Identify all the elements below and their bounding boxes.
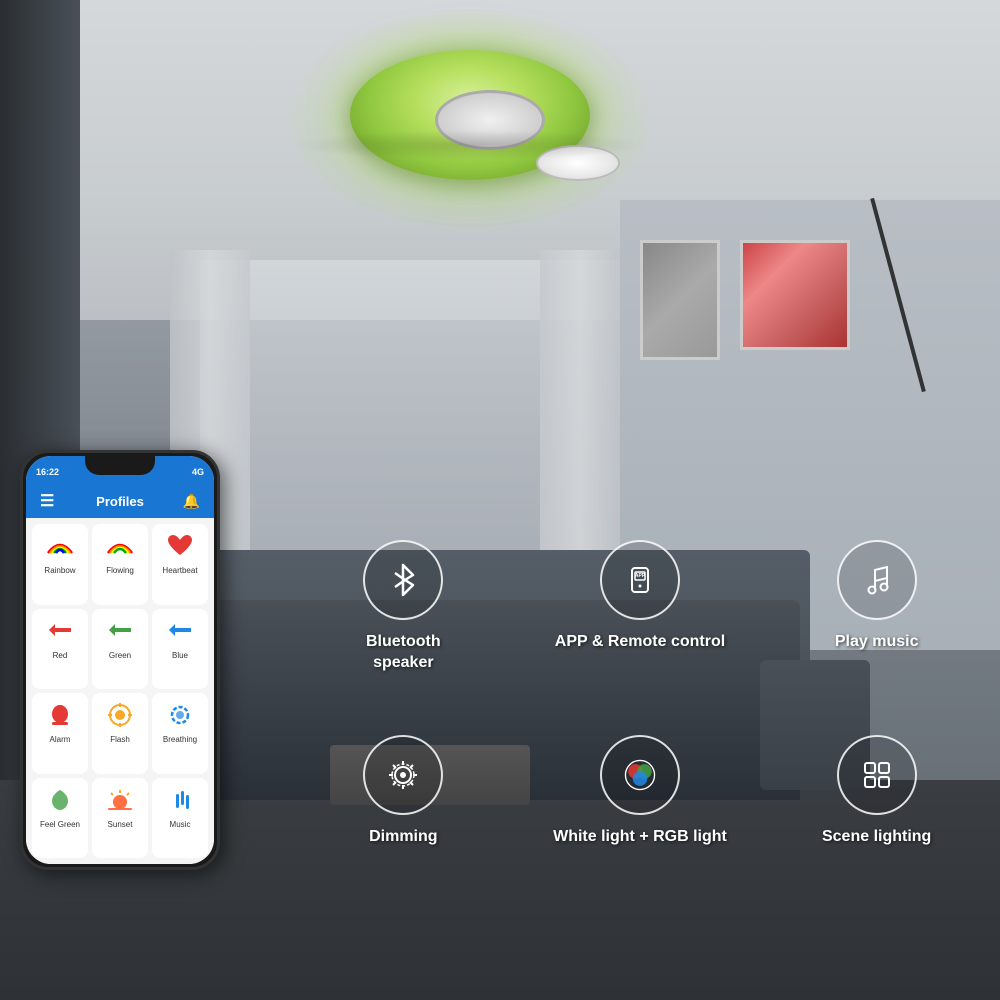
feature-play-music: Play music xyxy=(763,540,990,725)
profile-rainbow-label: Rainbow xyxy=(44,566,75,575)
music-note-icon xyxy=(857,560,897,600)
dimming-icon-circle xyxy=(363,735,443,815)
feature-dimming-label: Dimming xyxy=(369,827,437,848)
profile-red[interactable]: Red xyxy=(32,609,88,690)
feature-bluetooth: Bluetoothspeaker xyxy=(290,540,517,725)
profile-alarm-label: Alarm xyxy=(50,735,71,744)
profile-heartbeat-label: Heartbeat xyxy=(162,566,197,575)
profile-flowing-label: Flowing xyxy=(106,566,134,575)
dimming-icon xyxy=(383,755,423,795)
profile-blue-label: Blue xyxy=(172,651,188,660)
phone-screen: 16:22 4G ☰ Profiles 🔔 Rainbow xyxy=(26,456,214,864)
profile-green[interactable]: Green xyxy=(92,609,148,690)
profile-alarm[interactable]: Alarm xyxy=(32,693,88,774)
ceiling-lamp xyxy=(330,40,610,200)
svg-text:APP: APP xyxy=(635,573,646,579)
profile-sunset-label: Sunset xyxy=(108,820,133,829)
rgb-color-icon xyxy=(620,755,660,795)
lamp-body xyxy=(350,50,590,180)
feature-app-remote-label: APP & Remote control xyxy=(555,632,725,653)
scene-icon xyxy=(857,755,897,795)
profile-breathing[interactable]: Breathing xyxy=(152,693,208,774)
profile-feel-green-label: Feel Green xyxy=(40,820,80,829)
feature-app-remote: APP APP & Remote control xyxy=(527,540,754,725)
feature-scene-lighting-label: Scene lighting xyxy=(822,827,931,848)
profile-music[interactable]: Music xyxy=(152,778,208,859)
phone-notch xyxy=(85,453,155,475)
feature-play-music-label: Play music xyxy=(835,632,919,653)
bluetooth-icon xyxy=(383,560,423,600)
phone-signal: 4G xyxy=(192,467,204,477)
feature-rgb-label: White light + RGB light xyxy=(553,827,727,848)
bluetooth-icon-circle xyxy=(363,540,443,620)
feature-scene-lighting: Scene lighting xyxy=(763,735,990,920)
profile-red-label: Red xyxy=(53,651,68,660)
feature-dimming: Dimming xyxy=(290,735,517,920)
profile-rainbow[interactable]: Rainbow xyxy=(32,524,88,605)
scene-lighting-icon-circle xyxy=(837,735,917,815)
profile-blue[interactable]: Blue xyxy=(152,609,208,690)
profile-green-label: Green xyxy=(109,651,131,660)
profile-flash[interactable]: Flash xyxy=(92,693,148,774)
profile-music-label: Music xyxy=(170,820,191,829)
feature-rgb-light: White light + RGB light xyxy=(527,735,754,920)
phone-profiles-grid: Rainbow Flowing Heartbeat xyxy=(26,518,214,864)
phone-mockup: 16:22 4G ☰ Profiles 🔔 Rainbow xyxy=(20,450,220,870)
profile-breathing-label: Breathing xyxy=(163,735,197,744)
profile-flowing[interactable]: Flowing xyxy=(92,524,148,605)
ceiling-shadow xyxy=(290,130,650,160)
artwork-2 xyxy=(740,240,850,350)
play-music-icon-circle xyxy=(837,540,917,620)
artwork-1 xyxy=(640,240,720,360)
app-remote-icon: APP xyxy=(620,560,660,600)
phone-header-title: Profiles xyxy=(96,494,144,509)
phone-header: ☰ Profiles 🔔 xyxy=(26,484,214,518)
rgb-light-icon-circle xyxy=(600,735,680,815)
features-section: Bluetoothspeaker APP APP & Remote contro… xyxy=(290,540,990,920)
profile-feel-green[interactable]: Feel Green xyxy=(32,778,88,859)
profile-sunset[interactable]: Sunset xyxy=(92,778,148,859)
feature-bluetooth-label: Bluetoothspeaker xyxy=(366,632,441,674)
phone-time: 16:22 xyxy=(36,467,59,477)
profile-heartbeat[interactable]: Heartbeat xyxy=(152,524,208,605)
app-remote-icon-circle: APP xyxy=(600,540,680,620)
profile-flash-label: Flash xyxy=(110,735,130,744)
phone-body: 16:22 4G ☰ Profiles 🔔 Rainbow xyxy=(26,456,214,864)
